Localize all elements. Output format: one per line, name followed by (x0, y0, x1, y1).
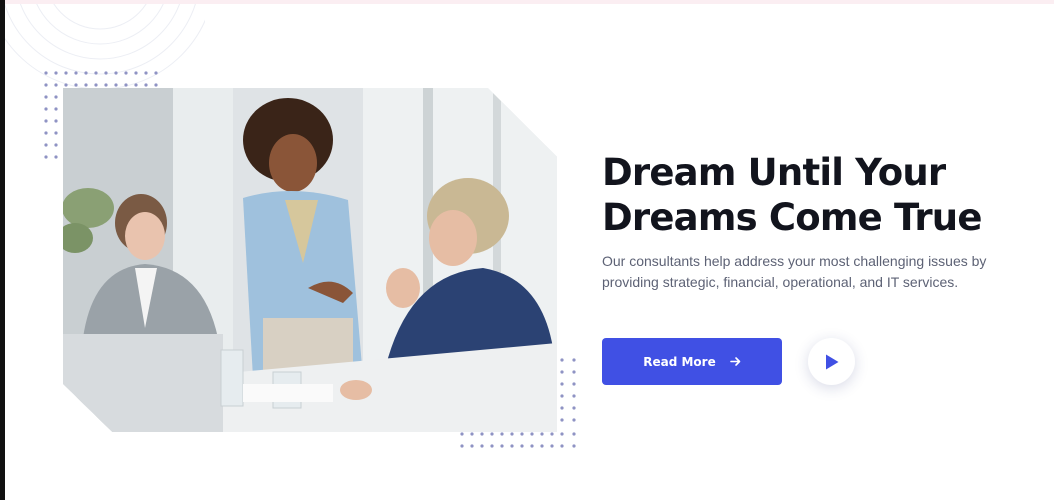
hero-image (63, 88, 557, 432)
hero-description: Our consultants help address your most c… (602, 253, 987, 290)
arrow-right-icon (729, 356, 741, 367)
hero-title: Dream Until Your Dreams Come True (602, 150, 1022, 240)
read-more-button[interactable]: Read More (602, 338, 782, 385)
hero-title-line-1: Dream Until Your (602, 151, 946, 194)
read-more-label: Read More (643, 354, 716, 369)
hero-title-line-2: Dreams Come True (602, 196, 982, 239)
play-icon (824, 353, 840, 371)
play-video-button[interactable] (808, 338, 855, 385)
